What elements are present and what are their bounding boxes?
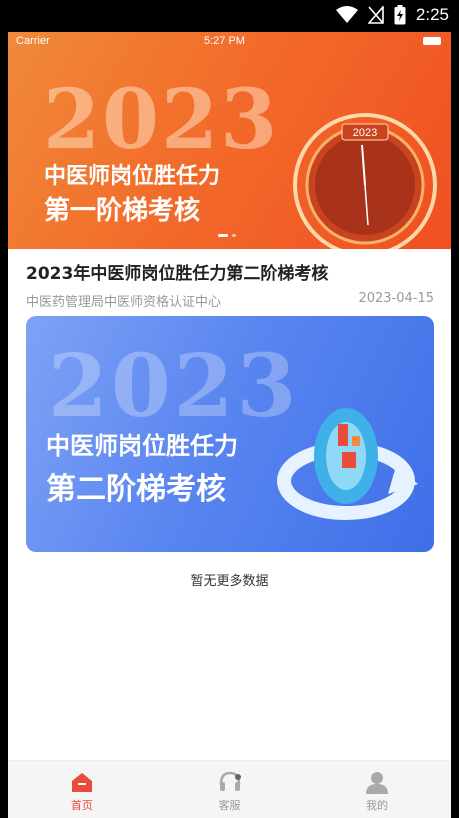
card-bg-year: 2023 — [48, 336, 300, 437]
article-title[interactable]: 2023年中医师岗位胜任力第二阶梯考核 — [26, 259, 328, 284]
banner-bg-year: 2023 — [43, 72, 280, 168]
banner-clock-text: 5:27 PM — [204, 35, 245, 47]
clock-year-label: 2023 — [353, 127, 377, 139]
clock-decoration-icon: 2023 — [293, 113, 437, 249]
article-date: 2023-04-15 — [358, 291, 434, 306]
banner-embedded-status: Carrier 5:27 PM — [8, 32, 451, 50]
article-cover-image[interactable]: 2023 中医师岗位胜任力 第二阶梯考核 — [26, 316, 434, 552]
device-frame: 2:25 Carrier 5:27 PM 2023 中医师岗位胜任力 第一阶梯考… — [0, 0, 459, 818]
card-line2: 第二阶梯考核 — [46, 472, 226, 507]
status-time: 2:25 — [415, 5, 449, 24]
banner-line2: 第一阶梯考核 — [44, 196, 201, 226]
app-screen: Carrier 5:27 PM 2023 中医师岗位胜任力 第一阶梯考核 202… — [8, 32, 451, 818]
tab-service-label: 客服 — [218, 799, 241, 812]
no-signal-icon — [367, 6, 384, 24]
battery-charging-icon — [394, 5, 406, 25]
list-end-text: 暂无更多数据 — [190, 574, 269, 589]
android-status-bar: 2:25 — [0, 0, 459, 32]
banner-carousel[interactable]: Carrier 5:27 PM 2023 中医师岗位胜任力 第一阶梯考核 202… — [8, 32, 451, 249]
headset-icon — [219, 771, 241, 791]
article-source: 中医药管理局中医师资格认证中心 — [26, 295, 222, 310]
tab-service[interactable]: 客服 — [156, 761, 304, 818]
banner-carrier-text: Carrier — [16, 35, 50, 47]
carousel-indicator — [218, 234, 236, 237]
cycle-arrow-icon — [277, 408, 418, 520]
tab-mine-label: 我的 — [366, 799, 389, 812]
carousel-dot-active — [218, 234, 228, 237]
carousel-dot — [232, 234, 236, 237]
home-icon — [71, 773, 92, 792]
bottom-tab-bar: 首页 客服 我的 — [8, 760, 451, 818]
tab-mine[interactable]: 我的 — [303, 761, 451, 818]
user-icon — [366, 772, 389, 794]
banner-battery-icon — [423, 37, 441, 45]
tab-home-label: 首页 — [70, 799, 93, 812]
wifi-icon — [335, 6, 358, 23]
card-line1: 中医师岗位胜任力 — [46, 432, 238, 460]
banner-line1: 中医师岗位胜任力 — [44, 164, 221, 189]
tab-home[interactable]: 首页 — [8, 761, 156, 818]
